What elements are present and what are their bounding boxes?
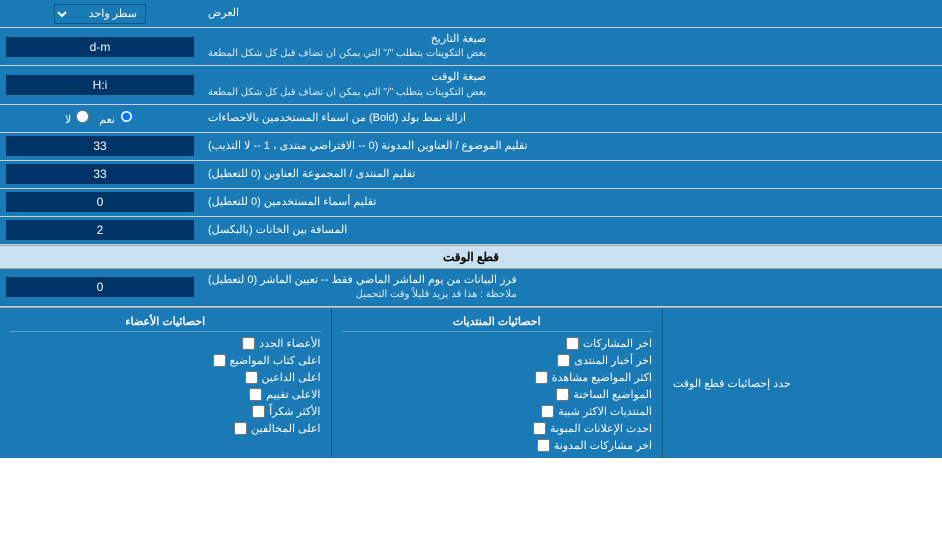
cutoff-label: فرز البيانات من يوم الماشر الماضي فقط --… — [200, 269, 942, 306]
date-format-label: صيغة التاريخ بعض التكوينات يتطلب "/" الت… — [200, 28, 942, 65]
col-members-header: احصائيات الأعضاء — [10, 312, 321, 332]
bottom-label-text: حدد إحصائيات قطع الوقت — [673, 377, 791, 390]
sort-subject-label: تقليم الموضوع / العناوين المدونة (0 -- ا… — [200, 133, 942, 160]
cutoff-section-header: قطع الوقت — [0, 245, 942, 269]
remove-bold-label-text: ازالة نمط بولد (Bold) من اسماء المستخدمي… — [208, 111, 466, 126]
sort-users-label-text: تقليم أسماء المستخدمين (0 للتعطيل) — [208, 195, 376, 210]
date-format-input[interactable] — [6, 37, 194, 57]
sort-forum-input[interactable] — [6, 164, 194, 184]
remove-bold-row: ازالة نمط بولد (Bold) من اسماء المستخدمي… — [0, 105, 942, 133]
checkbox-top-rated-input[interactable] — [249, 388, 262, 401]
sort-users-row: تقليم أسماء المستخدمين (0 للتعطيل) — [0, 189, 942, 217]
remove-bold-label: ازالة نمط بولد (Bold) من اسماء المستخدمي… — [200, 105, 942, 132]
checkbox-top-inviters: اعلى الداعين — [10, 369, 321, 386]
checkbox-most-thanked: الأكثر شكراً — [10, 403, 321, 420]
sort-users-input-cell[interactable] — [0, 189, 200, 216]
radio-yes-label: نعم — [99, 110, 135, 126]
checkbox-new-members: الأعضاء الجدد — [10, 335, 321, 352]
display-mode-cell[interactable]: سطر واحد متعدد الأسطر — [0, 0, 200, 27]
space-entries-input-cell[interactable] — [0, 217, 200, 244]
checkbox-top-rated: الاعلى تقييم — [10, 386, 321, 403]
checkbox-most-viewed: اكثر المواضيع مشاهدة — [342, 369, 653, 386]
time-format-input[interactable] — [6, 75, 194, 95]
radio-no-label: لا — [65, 110, 91, 126]
cutoff-label-sub: ملاحظة : هذا قد يزيد قليلاً وقت التحميل — [208, 288, 517, 302]
header-title: العرض — [208, 6, 239, 21]
space-entries-label-text: المسافة بين الخانات (بالبكسل) — [208, 223, 347, 238]
cutoff-input-cell[interactable] — [0, 269, 200, 306]
checkbox-hot-topics: المواضيع الساخنة — [342, 386, 653, 403]
checkbox-top-inviters-input[interactable] — [245, 371, 258, 384]
checkbox-top-violators: اعلى المخالفين — [10, 420, 321, 437]
bottom-section-label: حدد إحصائيات قطع الوقت — [662, 308, 942, 458]
checkbox-forum-news: اخر أخبار المنتدى — [342, 352, 653, 369]
checkbox-new-members-input[interactable] — [242, 337, 255, 350]
sort-forum-label-text: تقليم المنتدى / المجموعة العناوين (0 للت… — [208, 167, 415, 182]
space-entries-row: المسافة بين الخانات (بالبكسل) — [0, 217, 942, 245]
date-format-input-cell[interactable] — [0, 28, 200, 65]
checkbox-blog-posts-input[interactable] — [537, 439, 550, 452]
sort-users-input[interactable] — [6, 192, 194, 212]
date-format-label-main: صيغة التاريخ — [208, 32, 486, 47]
checkbox-last-posts-input[interactable] — [566, 337, 579, 350]
checkbox-classified-ads: احدث الإعلانات المبوبة — [342, 420, 653, 437]
checkbox-top-violators-input[interactable] — [234, 422, 247, 435]
time-format-row: صيغة الوقت بعض التكوينات يتطلب "/" التي … — [0, 66, 942, 104]
cutoff-row: فرز البيانات من يوم الماشر الماضي فقط --… — [0, 269, 942, 307]
display-mode-select[interactable]: سطر واحد متعدد الأسطر — [54, 4, 146, 24]
sort-forum-input-cell[interactable] — [0, 161, 200, 188]
col-forums-header: احصائيات المنتديات — [342, 312, 653, 332]
cutoff-input[interactable] — [6, 277, 194, 297]
time-format-label-main: صيغة الوقت — [208, 70, 486, 85]
main-header-label: العرض — [200, 0, 942, 27]
sort-users-label: تقليم أسماء المستخدمين (0 للتعطيل) — [200, 189, 942, 216]
remove-bold-radio-cell[interactable]: نعم لا — [0, 105, 200, 132]
sort-subject-input-cell[interactable] — [0, 133, 200, 160]
bottom-section: حدد إحصائيات قطع الوقت احصائيات المنتديا… — [0, 307, 942, 458]
sort-forum-row: تقليم المنتدى / المجموعة العناوين (0 للت… — [0, 161, 942, 189]
col-forums-stats: احصائيات المنتديات اخر المشاركات اخر أخب… — [331, 308, 663, 458]
checkbox-similar-forums: المنتديات الاكثر شبية — [342, 403, 653, 420]
checkbox-hot-topics-input[interactable] — [556, 388, 569, 401]
time-format-label: صيغة الوقت بعض التكوينات يتطلب "/" التي … — [200, 66, 942, 103]
radio-no[interactable] — [76, 110, 89, 123]
time-format-label-sub: بعض التكوينات يتطلب "/" التي يمكن ان تضا… — [208, 86, 486, 100]
space-entries-input[interactable] — [6, 220, 194, 240]
cutoff-section-title: قطع الوقت — [443, 250, 499, 264]
checkbox-last-posts: اخر المشاركات — [342, 335, 653, 352]
col-members-stats: احصائيات الأعضاء الأعضاء الجدد اعلى كتاب… — [0, 308, 331, 458]
checkbox-most-viewed-input[interactable] — [535, 371, 548, 384]
bottom-columns: احصائيات المنتديات اخر المشاركات اخر أخب… — [0, 308, 662, 458]
checkbox-similar-forums-input[interactable] — [541, 405, 554, 418]
cutoff-label-main: فرز البيانات من يوم الماشر الماضي فقط --… — [208, 273, 517, 288]
radio-yes[interactable] — [120, 110, 133, 123]
space-entries-label: المسافة بين الخانات (بالبكسل) — [200, 217, 942, 244]
checkbox-most-thanked-input[interactable] — [252, 405, 265, 418]
checkbox-blog-posts: اخر مشاركات المدونة — [342, 437, 653, 454]
date-format-row: صيغة التاريخ بعض التكوينات يتطلب "/" الت… — [0, 28, 942, 66]
checkbox-top-writers: اعلى كتاب المواضيع — [10, 352, 321, 369]
checkbox-top-writers-input[interactable] — [213, 354, 226, 367]
sort-subject-input[interactable] — [6, 136, 194, 156]
time-format-input-cell[interactable] — [0, 66, 200, 103]
sort-subject-label-text: تقليم الموضوع / العناوين المدونة (0 -- ا… — [208, 139, 528, 154]
sort-subject-row: تقليم الموضوع / العناوين المدونة (0 -- ا… — [0, 133, 942, 161]
main-header-row: العرض سطر واحد متعدد الأسطر — [0, 0, 942, 28]
checkbox-forum-news-input[interactable] — [557, 354, 570, 367]
checkbox-classified-ads-input[interactable] — [533, 422, 546, 435]
sort-forum-label: تقليم المنتدى / المجموعة العناوين (0 للت… — [200, 161, 942, 188]
date-format-label-sub: بعض التكوينات يتطلب "/" التي يمكن ان تضا… — [208, 47, 486, 61]
